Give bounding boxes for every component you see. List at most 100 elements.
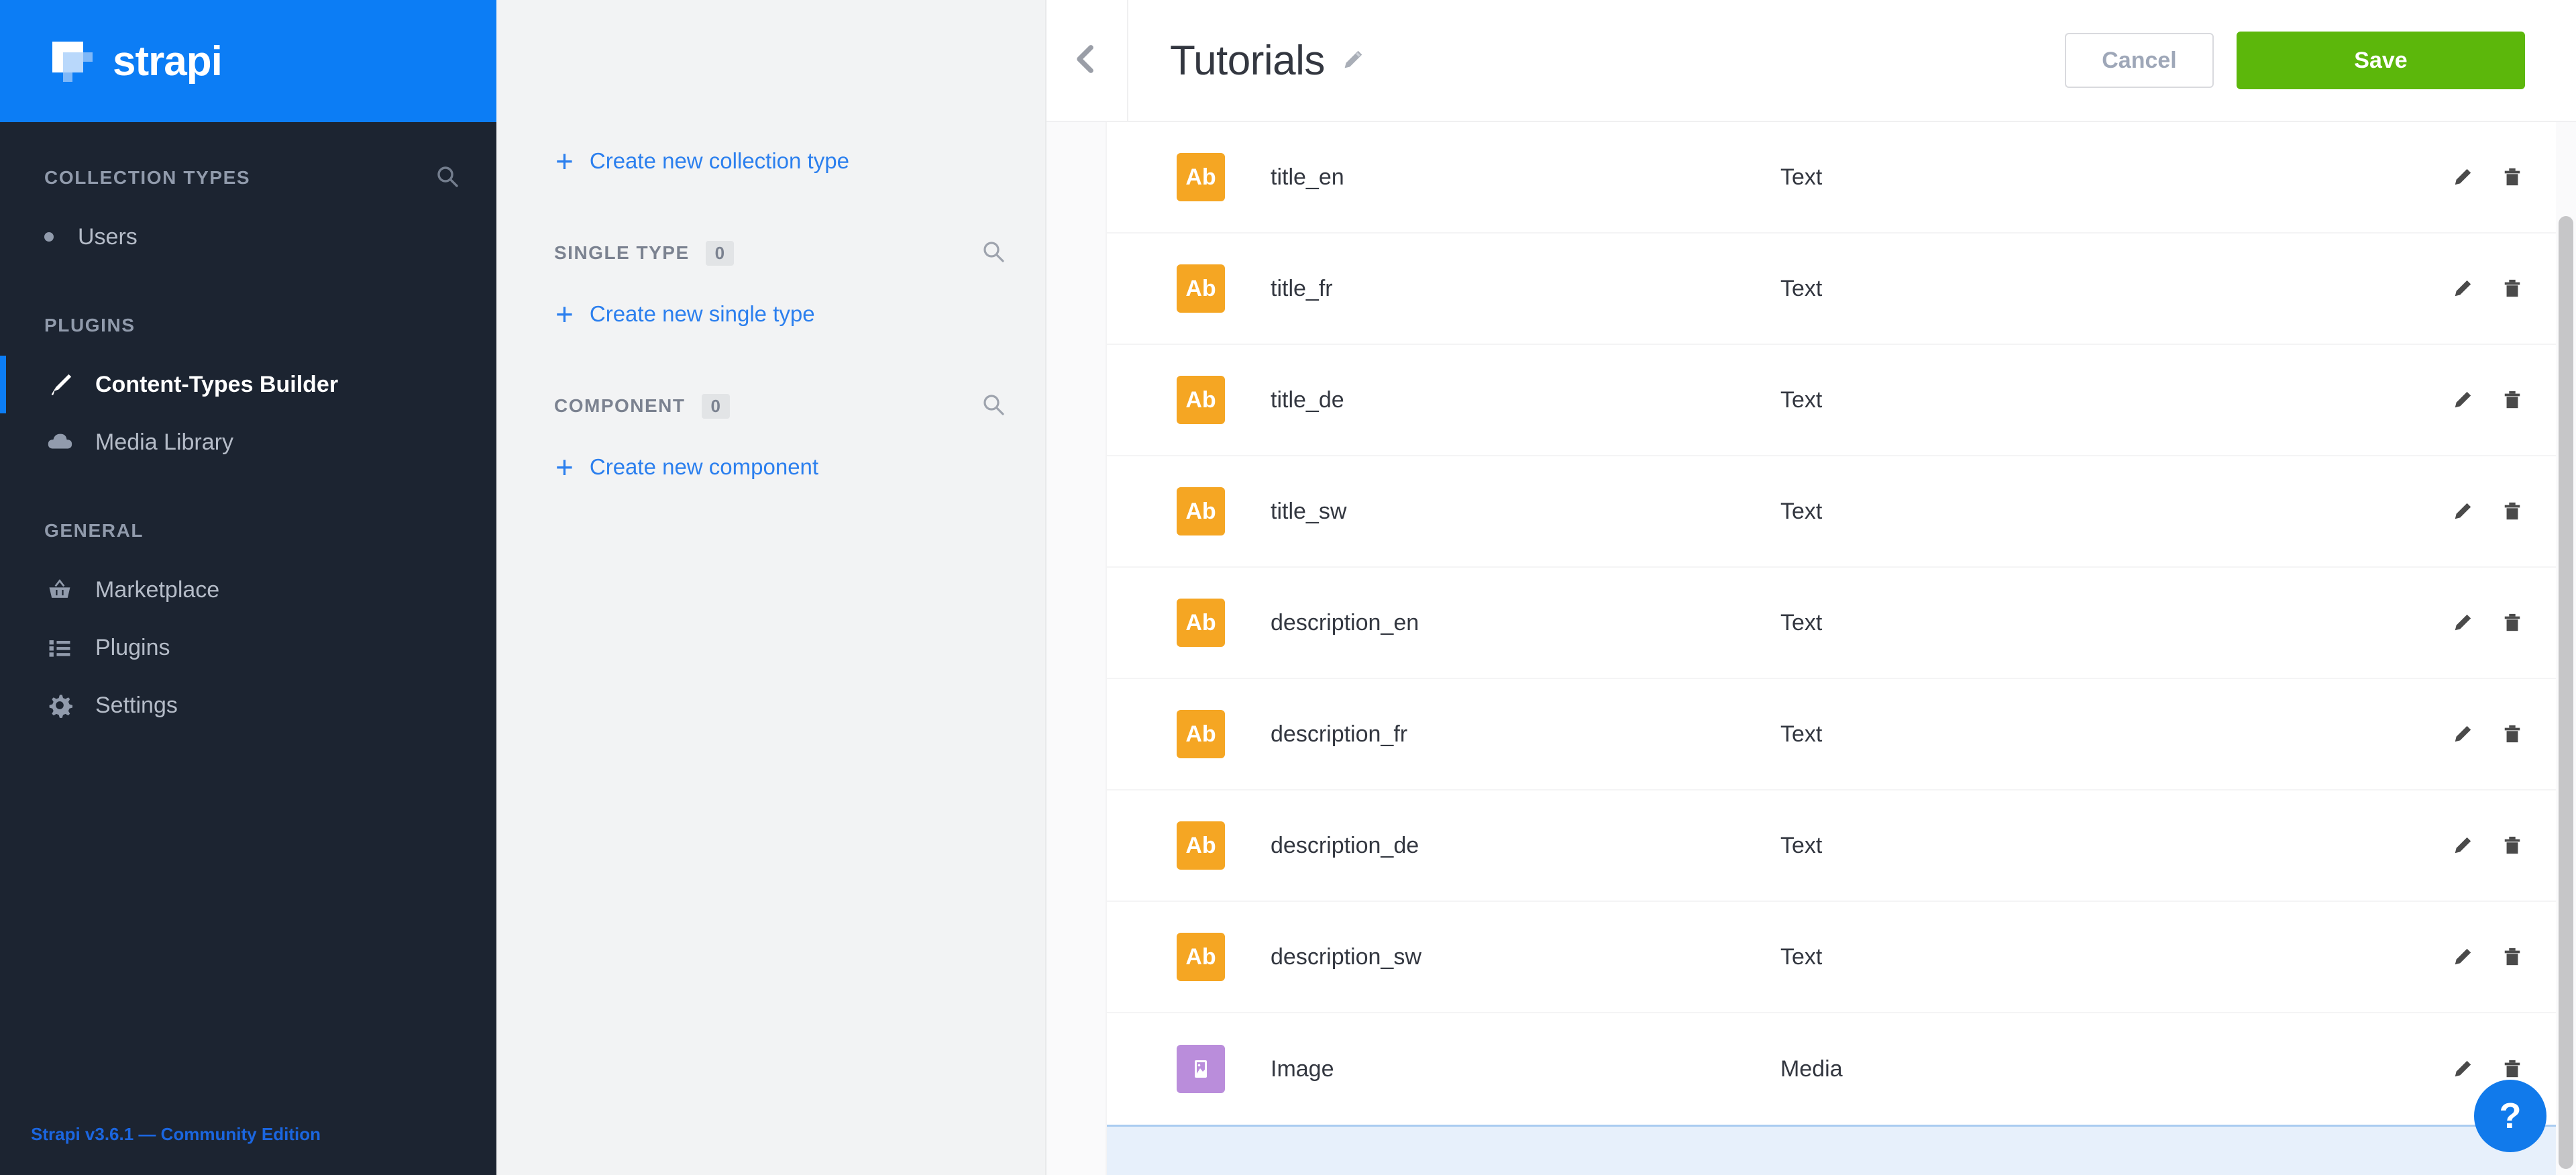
cancel-button[interactable]: Cancel [2065,33,2214,88]
sidebar-item-content-types-builder[interactable]: Content-Types Builder [0,356,496,413]
field-name: title_de [1271,387,1344,413]
table-row[interactable]: Ab title_en Text [1107,122,2576,234]
field-type: Text [1780,832,1823,858]
pencil-edit-icon[interactable] [2453,501,2473,521]
trash-delete-icon[interactable] [2502,613,2522,633]
sidebar-item-settings[interactable]: Settings [0,676,496,734]
bullet-dot-icon [44,232,54,242]
create-component-label: Create new component [589,454,819,479]
plus-icon: + [555,144,574,178]
pencil-edit-icon[interactable] [2453,835,2473,856]
single-type-section-header: SINGLE TYPE 0 [496,229,1045,276]
back-button[interactable] [1046,0,1127,121]
sidebar-nav: COLLECTION TYPES Users PLUGINS Content-T… [0,122,496,1094]
image-field-icon [1177,1045,1225,1093]
sidebar-item-label: Plugins [95,634,170,660]
table-row[interactable]: Ab description_fr Text [1107,679,2576,790]
list-icon [44,632,75,663]
field-name: description_fr [1271,721,1408,747]
plus-icon: + [555,297,574,331]
trash-delete-icon[interactable] [2502,278,2522,299]
left-gutter [1046,122,1107,1175]
search-icon[interactable] [982,240,1005,266]
create-new-collection-type-link[interactable]: + Create new collection type [496,136,1045,187]
pencil-edit-icon[interactable] [1340,48,1365,73]
search-icon[interactable] [436,165,459,191]
table-row[interactable]: Ab title_sw Text [1107,456,2576,568]
sidebar-item-plugins[interactable]: Plugins [0,619,496,676]
create-new-component-link[interactable]: + Create new component [496,442,1045,493]
sidebar-item-label: Users [78,223,138,250]
sidebar-item-users[interactable]: Users [0,208,496,266]
sidebar-version-footer: Strapi v3.6.1 — Community Edition [0,1094,496,1175]
trash-delete-icon[interactable] [2502,1059,2522,1079]
table-row[interactable]: Ab title_de Text [1107,345,2576,456]
content-types-panel: + Create new collection type SINGLE TYPE… [496,0,1046,1175]
trash-delete-icon[interactable] [2502,835,2522,856]
sidebar-plugins-list: Content-Types Builder Media Library [0,356,496,471]
create-single-type-label: Create new single type [589,301,815,326]
field-name: title_sw [1271,498,1347,524]
table-row[interactable]: Image Media [1107,1013,2576,1125]
pencil-edit-icon[interactable] [2453,167,2473,187]
create-new-single-type-link[interactable]: + Create new single type [496,289,1045,340]
help-button[interactable]: ? [2474,1080,2546,1152]
field-name: title_fr [1271,275,1333,301]
table-row[interactable]: Ab description_en Text [1107,568,2576,679]
pencil-edit-icon[interactable] [2453,947,2473,967]
strapi-logo-icon [46,35,98,87]
field-name: Image [1271,1056,1334,1082]
sidebar-item-marketplace[interactable]: Marketplace [0,561,496,619]
version-text: Strapi v3.6.1 — Community Edition [31,1124,321,1144]
single-type-title: SINGLE TYPE [554,242,690,263]
trash-delete-icon[interactable] [2502,167,2522,187]
field-name: description_sw [1271,943,1421,970]
plus-icon: + [555,450,574,484]
text-field-icon: Ab [1177,821,1225,870]
pencil-edit-icon[interactable] [2453,390,2473,410]
sidebar-section-plugins: PLUGINS [0,305,496,346]
text-field-icon: Ab [1177,933,1225,981]
single-type-count: 0 [705,240,735,266]
sidebar-item-media-library[interactable]: Media Library [0,413,496,471]
trash-delete-icon[interactable] [2502,390,2522,410]
search-icon[interactable] [982,393,1005,419]
pencil-edit-icon[interactable] [2453,1059,2473,1079]
text-field-icon: Ab [1177,710,1225,758]
pencil-edit-icon[interactable] [2453,278,2473,299]
trash-delete-icon[interactable] [2502,501,2522,521]
text-field-icon: Ab [1177,599,1225,647]
text-field-icon: Ab [1177,487,1225,535]
trash-delete-icon[interactable] [2502,947,2522,967]
vertical-scrollbar-thumb[interactable] [2559,216,2573,1169]
pencil-edit-icon[interactable] [2453,613,2473,633]
row-actions [2453,278,2522,299]
sidebar-item-label: Content-Types Builder [95,371,339,397]
sidebar-section-title: COLLECTION TYPES [44,167,251,188]
field-type: Text [1780,609,1823,635]
sidebar-item-label: Settings [95,692,178,718]
component-count: 0 [701,393,730,419]
save-button[interactable]: Save [2237,32,2525,89]
row-actions [2453,947,2522,967]
field-type: Text [1780,943,1823,970]
page-title-area: Tutorials [1128,37,1365,85]
brand-header[interactable]: strapi [0,0,496,122]
sidebar-general-list: Marketplace Plugins Settings [0,561,496,734]
sidebar-collection-type-list: Users [0,208,496,266]
fields-card: Ab title_en Text Ab title_fr Text Ab tit… [1107,122,2576,1175]
table-row[interactable]: Ab description_de Text [1107,790,2576,902]
vertical-scrollbar-track[interactable] [2556,122,2576,1175]
pencil-edit-icon[interactable] [2453,724,2473,744]
table-row[interactable]: Ab description_sw Text [1107,902,2576,1013]
field-name: description_de [1271,832,1419,858]
table-row[interactable]: Ab title_fr Text [1107,234,2576,345]
trash-delete-icon[interactable] [2502,724,2522,744]
field-type: Text [1780,387,1823,413]
row-actions [2453,501,2522,521]
add-field-footer-strip[interactable] [1107,1125,2576,1175]
chevron-left-icon [1069,41,1105,81]
field-type: Text [1780,164,1823,190]
